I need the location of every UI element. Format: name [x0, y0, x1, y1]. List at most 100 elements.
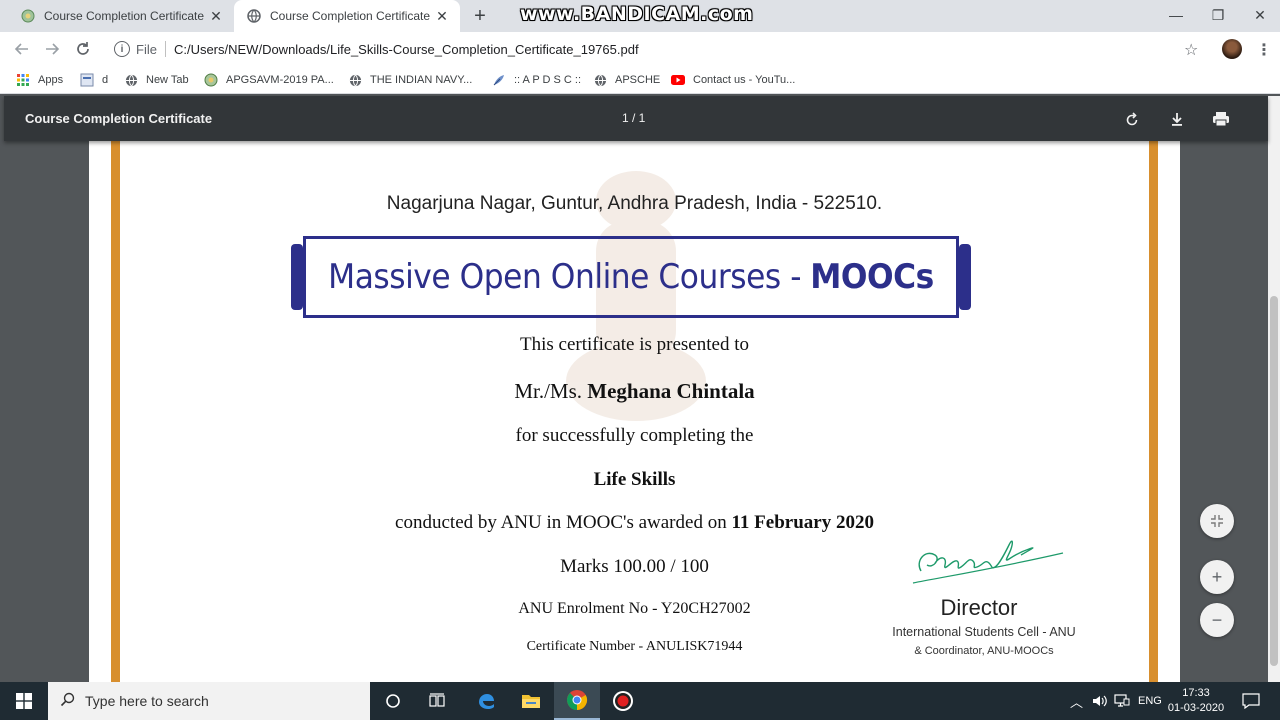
bookmark-label: Apps — [38, 74, 64, 86]
bandicam-watermark: www.BANDICAM.com — [520, 3, 754, 25]
pdf-title: Course Completion Certificate — [25, 111, 213, 126]
pdf-viewer[interactable]: Nagarjuna Nagar, Guntur, Andhra Pradesh,… — [4, 96, 1268, 682]
course-name: Life Skills — [593, 469, 676, 490]
close-icon[interactable]: ✕ — [206, 6, 226, 26]
chrome-icon — [567, 690, 588, 711]
clock-time: 17:33 — [1182, 687, 1210, 699]
forward-button[interactable] — [40, 37, 64, 61]
emblem-icon — [204, 73, 218, 87]
bookmark-apps[interactable]: Apps — [16, 71, 63, 89]
maximize-button[interactable]: ❐ — [1198, 0, 1238, 30]
university-address: Nagarjuna Nagar, Guntur, Andhra Pradesh,… — [386, 193, 883, 214]
name-prefix: Mr./Ms. — [514, 379, 582, 403]
certificate-page: Nagarjuna Nagar, Guntur, Andhra Pradesh,… — [89, 141, 1180, 682]
director-title: Director — [940, 595, 1018, 620]
bookmark-apsche[interactable]: APSCHE — [593, 71, 660, 89]
vertical-scrollbar[interactable] — [1268, 96, 1280, 682]
scrollbar-thumb[interactable] — [1270, 296, 1278, 666]
tab-strip: Course Completion Certificate ✕ Course C… — [0, 0, 1280, 32]
globe-icon — [246, 8, 262, 24]
youtube-icon — [671, 73, 685, 87]
more-vert-icon[interactable]: ⋮ — [1256, 40, 1272, 60]
fit-page-button[interactable] — [1200, 504, 1234, 538]
zoom-in-button[interactable]: + — [1200, 560, 1234, 594]
download-icon — [1172, 113, 1182, 126]
task-view-icon — [429, 693, 445, 707]
tab-certificate-2[interactable]: Course Completion Certificate ✕ — [234, 0, 460, 32]
notification-icon — [1242, 693, 1260, 709]
info-icon[interactable]: i — [114, 41, 130, 57]
award-date: 11 February 2020 — [731, 512, 874, 533]
close-window-button[interactable]: ✕ — [1240, 0, 1280, 30]
language-indicator[interactable]: ENG — [1138, 682, 1162, 720]
conducted-text: conducted by ANU in MOOC's awarded on — [395, 512, 727, 533]
print-button[interactable] — [1210, 108, 1232, 130]
taskbar-search[interactable]: Type here to search — [48, 682, 370, 720]
tab-title: Course Completion Certificate — [270, 9, 431, 23]
director-line-2: & Coordinator, ANU-MOOCs — [914, 645, 1054, 657]
banner-text: Massive Open Online Courses - — [328, 257, 802, 297]
bookmark-d[interactable]: d — [80, 71, 108, 89]
record-icon — [613, 691, 633, 711]
reload-icon — [77, 42, 89, 55]
recipient-name: Meghana Chintala — [587, 379, 755, 403]
tab-certificate-1[interactable]: Course Completion Certificate ✕ — [8, 0, 234, 32]
chevron-up-icon: ︿ — [1070, 694, 1084, 710]
bookmark-indian-navy[interactable]: THE INDIAN NAVY... — [348, 71, 472, 89]
bookmark-label: THE INDIAN NAVY... — [370, 74, 473, 86]
globe-icon — [124, 73, 138, 87]
minimize-button[interactable]: — — [1156, 0, 1196, 30]
edge-button[interactable] — [463, 682, 509, 720]
print-icon — [1213, 112, 1229, 127]
banner-cap-left — [291, 244, 303, 310]
tab-title: Course Completion Certificate — [44, 9, 205, 23]
close-icon[interactable]: ✕ — [432, 6, 452, 26]
start-button[interactable] — [0, 682, 48, 720]
reload-button[interactable] — [71, 37, 95, 61]
bookmark-label: APGSAVM-2019 PA... — [226, 74, 334, 86]
url-scheme: File — [136, 41, 157, 57]
task-view-button[interactable] — [415, 682, 461, 720]
bookmark-label: New Tab — [146, 74, 189, 86]
emblem-icon — [20, 8, 36, 24]
bandicam-button[interactable] — [600, 682, 646, 720]
show-hidden-icons-button[interactable]: ︿ — [1070, 682, 1083, 720]
url-text: C:/Users/NEW/Downloads/Life_Skills-Cours… — [173, 41, 639, 57]
folder-icon — [522, 695, 540, 708]
file-explorer-button[interactable] — [508, 682, 554, 720]
bookmark-label: APSCHE — [615, 74, 661, 86]
search-icon — [60, 692, 75, 710]
fit-page-icon — [1211, 515, 1223, 527]
avatar[interactable] — [1222, 39, 1242, 59]
windows-taskbar: Type here to search ︿ ENG 17:33 01-03-20… — [0, 682, 1280, 720]
presented-line: This certificate is presented to — [520, 334, 749, 355]
address-bar[interactable]: i File C:/Users/NEW/Downloads/Life_Skill… — [104, 36, 1214, 62]
bookmark-label: d — [102, 74, 109, 86]
arrow-right-icon — [46, 43, 60, 55]
new-tab-button[interactable]: + — [468, 4, 492, 28]
bookmark-apdsc[interactable]: :: A P D S C :: — [492, 71, 581, 89]
back-button[interactable] — [10, 37, 34, 61]
bookmarks-bar: Apps d New Tab APGSAVM-2019 PA... THE IN… — [0, 66, 1280, 94]
system-clock[interactable]: 17:33 01-03-2020 — [1162, 686, 1230, 716]
network-button[interactable] — [1114, 682, 1130, 720]
action-center-button[interactable] — [1242, 682, 1260, 720]
volume-button[interactable] — [1092, 682, 1108, 720]
star-icon[interactable]: ☆ — [1184, 40, 1198, 60]
page-icon — [80, 73, 94, 87]
edge-icon — [479, 694, 494, 709]
cortana-button[interactable] — [370, 682, 416, 720]
bookmark-label: Contact us - YouTu... — [693, 74, 796, 86]
bookmark-new-tab[interactable]: New Tab — [124, 71, 189, 89]
banner-text-bold: MOOCs — [810, 257, 934, 297]
divider — [164, 41, 166, 57]
cortana-circle-icon — [386, 694, 400, 708]
bookmark-apgsavm[interactable]: APGSAVM-2019 PA... — [204, 71, 334, 89]
bookmark-youtube[interactable]: Contact us - YouTu... — [671, 71, 795, 89]
download-button[interactable] — [1166, 108, 1188, 130]
rotate-button[interactable] — [1121, 108, 1143, 130]
chrome-button[interactable] — [554, 682, 600, 720]
zoom-out-button[interactable]: − — [1200, 603, 1234, 637]
arrow-left-icon — [14, 43, 28, 55]
network-icon — [1114, 694, 1130, 707]
